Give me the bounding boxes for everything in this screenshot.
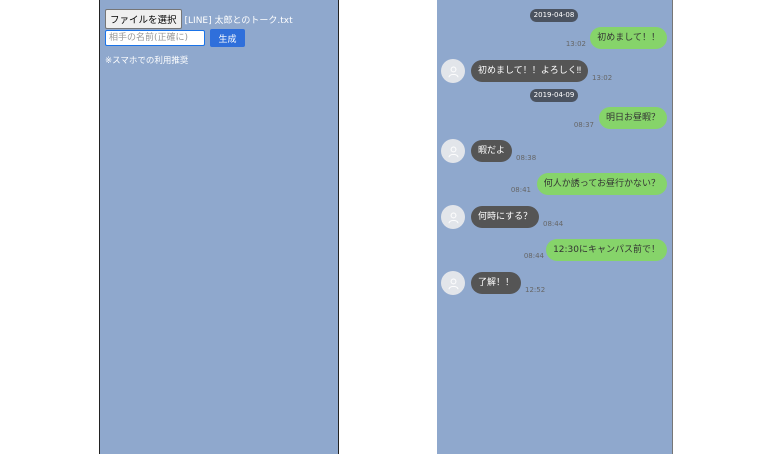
sent-message-bubble: 明日お昼暇？	[598, 107, 667, 129]
date-divider: 2019-04-08	[530, 9, 578, 22]
avatar	[441, 139, 465, 163]
user-icon	[448, 278, 458, 289]
name-input-row: 生成	[105, 29, 245, 47]
date-divider: 2019-04-09	[530, 89, 578, 102]
message-time: 13:02	[565, 40, 586, 48]
smartphone-note: ※スマホでの利用推奨	[105, 56, 189, 66]
received-message-bubble: 初めまして！！よろしく‼	[471, 60, 589, 82]
choose-file-button[interactable]: ファイルを選択	[105, 9, 182, 29]
sent-message-bubble: 12:30にキャンパス前で！	[546, 239, 667, 261]
message-time: 12:52	[525, 286, 546, 294]
avatar	[441, 271, 465, 295]
message-time: 08:44	[543, 220, 564, 228]
user-icon	[448, 66, 458, 77]
message-time: 08:41	[510, 186, 531, 194]
partner-name-input[interactable]	[105, 30, 205, 46]
message-time: 13:02	[592, 74, 613, 82]
sent-message-bubble: 初めまして！！	[590, 27, 667, 49]
chat-preview: 2019-04-08 初めまして！！ 13:02 初めまして！！よろしく‼ 13…	[437, 0, 673, 454]
received-message-bubble: 了解！！	[471, 272, 522, 294]
file-picker-row: ファイルを選択 [LINE] 太郎とのトーク.txt	[105, 9, 293, 29]
received-message-bubble: 何時にする？	[471, 206, 540, 228]
avatar	[441, 59, 465, 83]
user-icon	[448, 212, 458, 223]
message-time: 08:38	[516, 154, 537, 162]
user-icon	[448, 146, 458, 157]
received-message-bubble: 暇だよ	[471, 140, 513, 162]
sent-message-bubble: 何人か誘ってお昼行かない？	[536, 173, 667, 195]
message-time: 08:37	[573, 121, 594, 129]
avatar	[441, 205, 465, 229]
message-time: 08:44	[523, 252, 544, 260]
generate-button[interactable]: 生成	[210, 29, 245, 47]
form-panel: ファイルを選択 [LINE] 太郎とのトーク.txt 生成 ※スマホでの利用推奨	[99, 0, 339, 454]
selected-file-name: [LINE] 太郎とのトーク.txt	[184, 15, 293, 26]
